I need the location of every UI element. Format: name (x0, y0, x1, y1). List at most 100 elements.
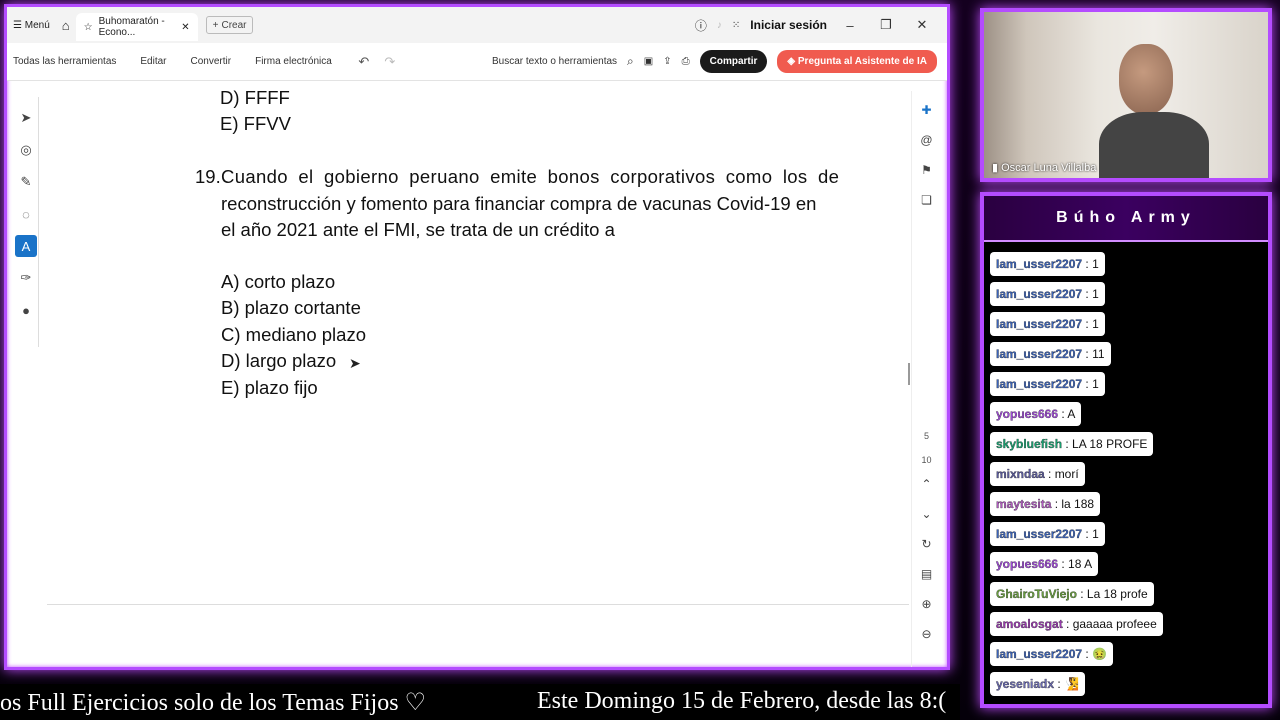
scroll-down-icon[interactable]: ⌄ (916, 503, 938, 525)
bookmark-icon[interactable]: ⚑ (916, 159, 938, 181)
lasso-icon[interactable]: ◌ (15, 203, 37, 225)
signal-icon: ▮ (992, 162, 999, 174)
page-thumbnail-icon[interactable]: ▤ (916, 563, 938, 585)
chat-text: : 1 (1082, 377, 1099, 391)
sign-menu[interactable]: Firma electrónica (255, 56, 332, 67)
apps-grid-icon[interactable]: ⁙ (732, 20, 740, 31)
edit-menu[interactable]: Editar (140, 56, 166, 67)
ai-assistant-button[interactable]: ◈ Pregunta al Asistente de IA (777, 50, 937, 73)
zoom-in-icon[interactable]: ⊕ (916, 593, 938, 615)
chat-username: Iam_usser2207 (996, 347, 1083, 361)
chat-message: GhairoTuViejo : La 18 profe (984, 576, 1268, 606)
zoom-out-icon[interactable]: ⊖ (916, 623, 938, 645)
chat-text: : 18 A (1058, 557, 1093, 571)
convert-menu[interactable]: Convertir (191, 56, 232, 67)
share-button[interactable]: Compartir (699, 50, 768, 73)
chat-message: amoalosgat : gaaaaa profeee (984, 606, 1268, 636)
chat-bubble: Iam_usser2207 : 1 (990, 252, 1105, 276)
mouse-cursor-icon: ➤ (349, 355, 361, 371)
chat-username: yopues666 (996, 407, 1059, 421)
chat-username: Iam_usser2207 (996, 317, 1083, 331)
sign-in-button[interactable]: Iniciar sesión (750, 18, 827, 32)
pages-icon[interactable]: ❏ (916, 189, 938, 211)
maximize-icon[interactable]: ❐ (873, 17, 899, 33)
presenter-name: ▮ Oscar Luna Villalba (992, 161, 1096, 174)
chat-bubble: Iam_usser2207 : 1 (990, 312, 1105, 336)
menu-button[interactable]: ☰ Menú (7, 7, 56, 43)
page-total: 10 (921, 455, 932, 465)
all-tools-menu[interactable]: Todas las herramientas (13, 56, 116, 67)
chat-bubble: Iam_usser2207 : 1 (990, 282, 1105, 306)
presenter-image (1099, 34, 1209, 178)
home-icon[interactable]: ⌂ (56, 7, 76, 43)
chat-username: amoalosgat (996, 617, 1063, 631)
chat-username: Iam_usser2207 (996, 257, 1083, 271)
ai-assistant-label: Pregunta al Asistente de IA (797, 56, 927, 67)
chat-bubble: GhairoTuViejo : La 18 profe (990, 582, 1154, 606)
chat-message: Iam_usser2207 : 🤢 (984, 636, 1268, 666)
upload-icon[interactable]: ⇪ (663, 56, 671, 67)
print-icon[interactable]: ⎙ (682, 56, 690, 67)
webcam-overlay: ▮ Oscar Luna Villalba (980, 8, 1272, 182)
chat-text: : La 18 profe (1076, 587, 1148, 601)
search-icon[interactable]: ⌕ (627, 54, 634, 69)
chat-message: Iam_usser2207 : 11 (984, 336, 1268, 366)
cursor-icon[interactable]: ➤ (15, 107, 37, 129)
ticker-bar: os Full Ejercicios solo de los Temas Fij… (0, 684, 960, 720)
prev-option-d: D) FFFF (220, 87, 290, 108)
chat-text: : 1 (1082, 257, 1099, 271)
at-sign-icon[interactable]: @ (916, 129, 938, 151)
text-select-icon[interactable]: A (15, 235, 37, 257)
undo-icon[interactable]: ↶ (356, 54, 372, 70)
scroll-up-icon[interactable]: ⌃ (916, 473, 938, 495)
chat-username: Iam_usser2207 (996, 287, 1083, 301)
new-tab-button[interactable]: + Crear (205, 16, 254, 34)
tab-title: Buhomaratón - Econo... (98, 16, 165, 38)
chat-message: Iam_usser2207 : 1 (984, 306, 1268, 336)
chat-message: yopues666 : A (984, 396, 1268, 426)
chat-text: : morí (1044, 467, 1079, 481)
chat-message: yopues666 : 18 A (984, 546, 1268, 576)
comment-icon[interactable]: ◎ (15, 139, 37, 161)
chat-bubble: yeseniadx : 🧏 (990, 672, 1085, 696)
new-tab-label: Crear (221, 19, 247, 31)
minimize-icon[interactable]: – (837, 18, 863, 33)
chat-bubble: Iam_usser2207 : 🤢 (990, 642, 1114, 666)
chat-text: : la 188 (1051, 497, 1095, 511)
menu-label: Menú (24, 19, 50, 31)
chat-bubble: skybluefish : LA 18 PROFE (990, 432, 1154, 456)
scrollbar[interactable] (908, 363, 910, 385)
chat-text: : 1 (1082, 317, 1099, 331)
chat-username: Iam_usser2207 (996, 527, 1083, 541)
chat-message: mixndaa : morí (984, 456, 1268, 486)
close-window-icon[interactable]: ✕ (909, 17, 935, 33)
chat-text: : 🧏 (1054, 677, 1079, 691)
redo-icon[interactable]: ↷ (382, 54, 398, 70)
help-icon[interactable]: ⓘ (695, 17, 707, 34)
chat-bubble: Iam_usser2207 : 11 (990, 342, 1111, 366)
question-line-3: el año 2021 ante el FMI, se trata de un … (221, 219, 615, 240)
option-a: A) corto plazo (221, 271, 336, 292)
stream-frame: ☰ Menú ⌂ ☆ Buhomaratón - Econo... ✕ + Crear… (0, 0, 1280, 720)
chat-text: : 1 (1082, 287, 1099, 301)
option-c: C) mediano plazo (221, 324, 366, 345)
close-tab-icon[interactable]: ✕ (181, 22, 189, 33)
search-tools-input[interactable]: Buscar texto o herramientas (492, 56, 617, 67)
chat-username: mixndaa (996, 467, 1045, 481)
chat-username: Iam_usser2207 (996, 377, 1083, 391)
comment-panel-icon[interactable]: ✚ (916, 99, 938, 121)
question-line-2: reconstrucción y fomento para financiar … (221, 193, 817, 214)
question-number: 19. (195, 166, 221, 187)
color-dot-icon[interactable]: ● (15, 299, 37, 321)
document-tab[interactable]: ☆ Buhomaratón - Econo... ✕ (75, 13, 198, 41)
ticker-text-right: Este Domingo 15 de Febrero, desde las 8:… (537, 688, 947, 714)
save-icon[interactable]: ▣ (644, 56, 653, 67)
stamp-icon[interactable]: ✑ (15, 267, 37, 289)
bell-icon[interactable]: ♪ (717, 20, 722, 31)
right-tool-rail: ✚ @ ⚑ ❏ 5 10 ⌃ ⌄ ↻ ▤ ⊕ ⊖ (908, 91, 941, 667)
highlight-pen-icon[interactable]: ✎ (15, 171, 37, 193)
ai-icon: ◈ (787, 56, 796, 67)
star-icon: ☆ (83, 21, 93, 33)
refresh-icon[interactable]: ↻ (916, 533, 938, 555)
left-tool-rail: ➤ ◎ ✎ ◌ A ✑ ● (13, 97, 39, 347)
